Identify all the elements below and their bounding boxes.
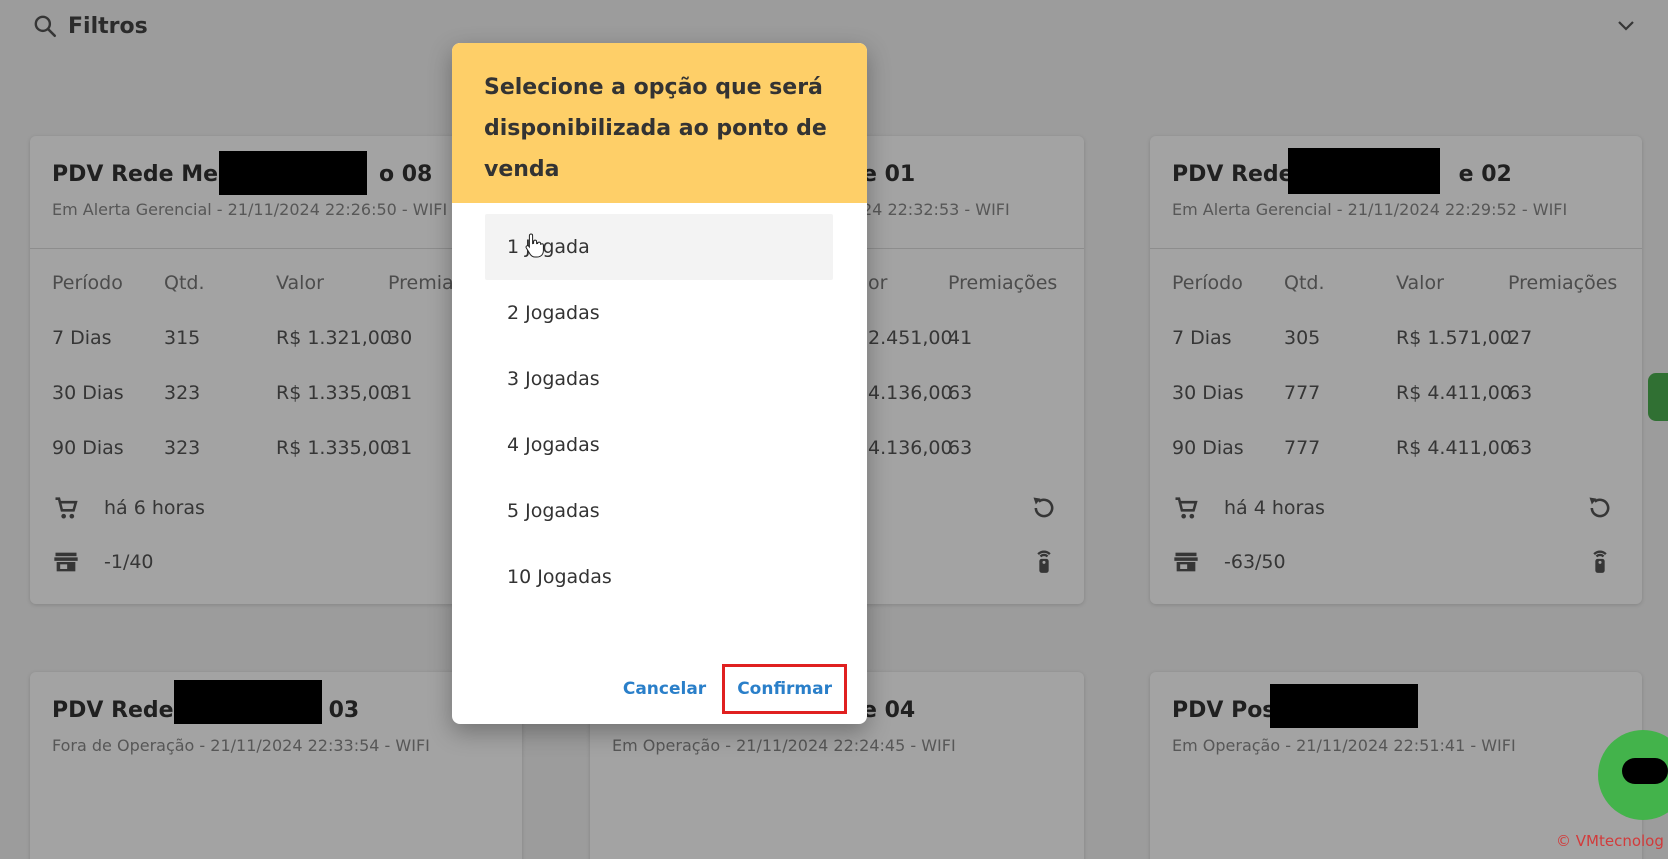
option-item[interactable]: 3 Jogadas [485, 346, 833, 412]
option-item[interactable]: 10 Jogadas [485, 544, 833, 610]
hand-cursor-icon [525, 233, 544, 258]
dialog-title: Selecione a opção que será disponibiliza… [484, 75, 827, 182]
dialog-actions: Cancelar Confirmar [623, 664, 847, 714]
confirm-button[interactable]: Confirmar [722, 664, 847, 714]
option-item[interactable]: 5 Jogadas [485, 478, 833, 544]
dialog-header: Selecione a opção que será disponibiliza… [452, 43, 867, 203]
chat-icon [1622, 758, 1668, 784]
cancel-button[interactable]: Cancelar [623, 679, 706, 699]
option-item[interactable]: 2 Jogadas [485, 280, 833, 346]
option-list: 1 Jogada 2 Jogadas 3 Jogadas 4 Jogadas 5… [485, 214, 833, 610]
option-item[interactable]: 4 Jogadas [485, 412, 833, 478]
brand-footer: © VMtecnolog [1556, 832, 1664, 850]
option-dialog: Selecione a opção que será disponibiliza… [452, 43, 867, 724]
